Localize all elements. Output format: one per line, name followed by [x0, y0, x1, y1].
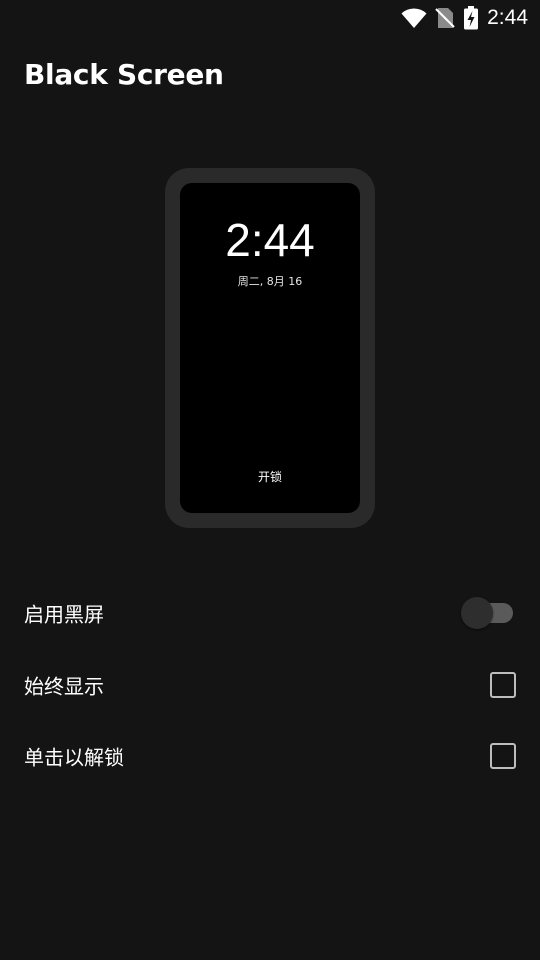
setting-label: 启用黑屏: [24, 602, 104, 627]
app-title: Black Screen: [24, 58, 224, 91]
phone-preview-screen: 2:44 周二, 8月 16 开锁: [180, 183, 360, 513]
battery-charging-icon: [464, 6, 479, 30]
tap-to-unlock-checkbox[interactable]: [490, 743, 516, 769]
preview-unlock-label: 开锁: [257, 470, 282, 484]
setting-label: 单击以解锁: [24, 745, 124, 770]
status-icons: 2:44: [401, 4, 528, 32]
status-bar: 2:44: [0, 0, 540, 36]
setting-always-show[interactable]: 始终显示: [0, 649, 540, 721]
wifi-icon: [401, 8, 427, 28]
setting-tap-to-unlock[interactable]: 单击以解锁: [0, 720, 540, 792]
setting-enable-black-screen[interactable]: 启用黑屏: [0, 577, 540, 649]
always-show-checkbox[interactable]: [490, 672, 516, 698]
no-sim-icon: [435, 8, 455, 28]
preview-date: 周二, 8月 16: [237, 275, 303, 288]
toggle-thumb: [461, 597, 493, 629]
status-time: 2:44: [487, 6, 528, 29]
phone-preview-frame: 2:44 周二, 8月 16 开锁: [165, 168, 375, 528]
enable-black-screen-toggle[interactable]: [461, 597, 513, 629]
setting-label: 始终显示: [24, 674, 104, 699]
preview-clock: 2:44: [225, 214, 315, 266]
